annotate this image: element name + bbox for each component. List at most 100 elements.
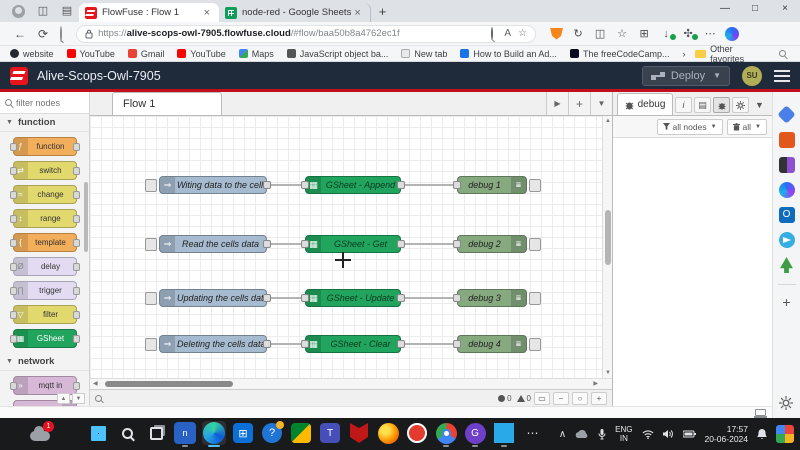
volume-icon[interactable] xyxy=(663,429,674,439)
google-meet-icon[interactable] xyxy=(289,421,313,445)
deploy-button[interactable]: Deploy ▼ xyxy=(642,66,730,86)
weather-widget[interactable]: 1 xyxy=(28,423,54,443)
flow-canvas[interactable]: ⇒Witing data to the cells ▦GSheet - Appe… xyxy=(90,116,612,378)
browser-tab-sheets[interactable]: node-red - Google Sheets × xyxy=(219,3,371,22)
bookmark-item[interactable]: New tab xyxy=(401,49,447,59)
clear-messages-button[interactable]: all▼ xyxy=(727,119,767,135)
quick-assist-icon[interactable]: ? xyxy=(260,421,284,445)
palette-scrollbar[interactable] xyxy=(84,182,88,252)
palette-node-template[interactable]: {template xyxy=(13,233,77,252)
notification-bell-icon[interactable] xyxy=(757,429,767,440)
error-count[interactable]: 0 xyxy=(498,394,511,403)
output-port[interactable] xyxy=(397,340,405,348)
config-gear-button[interactable] xyxy=(732,97,749,113)
flowfuse-logo-icon[interactable] xyxy=(10,67,28,85)
settings-more-icon[interactable]: ⋯ xyxy=(701,27,719,40)
url-field[interactable]: https://alive-scops-owl-7905.flowfuse.cl… xyxy=(76,25,536,43)
bookmark-item[interactable]: The freeCodeCamp... xyxy=(570,49,670,59)
zoom-out-button[interactable]: − xyxy=(553,392,569,405)
tree-app-icon[interactable] xyxy=(779,257,795,273)
debug-node[interactable]: debug 4≣ xyxy=(457,335,527,353)
onedrive-icon[interactable] xyxy=(575,430,589,439)
gsheet-node[interactable]: ▦GSheet - Clear xyxy=(305,335,401,353)
hidden-icons-chevron[interactable]: ∧ xyxy=(559,429,566,440)
inject-button[interactable] xyxy=(145,338,157,351)
workspaces-icon[interactable]: ◫ xyxy=(35,3,51,19)
output-port[interactable] xyxy=(397,181,405,189)
other-favorites[interactable]: Other favorites xyxy=(710,44,767,64)
taskbar-overflow-icon[interactable]: ⋯ xyxy=(521,421,545,445)
navigator-icon[interactable]: ▭ xyxy=(534,392,550,405)
canvas-horizontal-scrollbar[interactable]: ◀ ▶ xyxy=(90,378,612,389)
sidebar-menu-caret-icon[interactable]: ▼ xyxy=(751,97,768,113)
chrome-icon[interactable] xyxy=(434,421,458,445)
messenger-icon[interactable] xyxy=(779,232,795,248)
input-port[interactable] xyxy=(453,240,461,248)
debug-node[interactable]: debug 1≣ xyxy=(457,176,527,194)
main-menu-icon[interactable] xyxy=(774,70,790,82)
palette-node-function[interactable]: ƒfunction xyxy=(13,137,77,156)
wifi-icon[interactable] xyxy=(642,430,654,439)
palette-search-input[interactable] xyxy=(16,98,76,108)
inject-node[interactable]: ⇒Read the cells data xyxy=(159,235,267,253)
debug-node[interactable]: debug 2≣ xyxy=(457,235,527,253)
gsheet-node[interactable]: ▦GSheet - Update xyxy=(305,289,401,307)
palette-node-gsheet[interactable]: ▦GSheet xyxy=(13,329,77,348)
scroll-up-icon[interactable]: ▲ xyxy=(603,118,612,124)
debug-toggle-button[interactable] xyxy=(529,179,541,192)
sidebar-settings-icon[interactable] xyxy=(779,396,795,412)
debug-message-list[interactable] xyxy=(613,138,772,406)
output-port[interactable] xyxy=(263,340,271,348)
palette-search[interactable] xyxy=(0,92,89,114)
search-button[interactable] xyxy=(115,421,139,445)
close-button[interactable]: × xyxy=(770,0,800,20)
canvas-vertical-scrollbar[interactable]: ▲ ▼ xyxy=(602,116,612,378)
debug-node[interactable]: debug 3≣ xyxy=(457,289,527,307)
debug-messages-button[interactable] xyxy=(713,97,730,113)
bookmark-item[interactable]: JavaScript object ba... xyxy=(287,49,389,59)
scroll-tabs-right-icon[interactable]: ▶ xyxy=(546,92,568,115)
debug-toggle-button[interactable] xyxy=(529,238,541,251)
deploy-caret-icon[interactable]: ▼ xyxy=(713,71,721,80)
firefox-icon[interactable] xyxy=(376,421,400,445)
favorite-star-icon[interactable]: ☆ xyxy=(518,28,527,39)
inject-button[interactable] xyxy=(145,179,157,192)
input-port[interactable] xyxy=(453,340,461,348)
copilot-icon[interactable] xyxy=(725,27,739,41)
language-indicator[interactable]: ENGIN xyxy=(615,425,632,443)
output-port[interactable] xyxy=(263,181,271,189)
output-port[interactable] xyxy=(397,240,405,248)
outlook-icon[interactable]: O xyxy=(779,207,795,223)
tools-icon[interactable] xyxy=(779,132,795,148)
inject-node[interactable]: ⇒Witing data to the cells xyxy=(159,176,267,194)
nodejs-app-icon[interactable]: n xyxy=(173,421,197,445)
zoom-reset-button[interactable]: ○ xyxy=(572,392,588,405)
mcafee-icon[interactable] xyxy=(347,421,371,445)
input-port[interactable] xyxy=(453,181,461,189)
palette-node-filter[interactable]: ▽filter xyxy=(13,305,77,324)
battery-icon[interactable] xyxy=(683,430,696,438)
expand-all-button[interactable]: ▼ xyxy=(72,393,85,404)
close-tab-icon[interactable]: × xyxy=(351,7,363,19)
add-flow-button[interactable]: + xyxy=(568,92,590,115)
output-port[interactable] xyxy=(263,240,271,248)
read-aloud-icon[interactable]: A xyxy=(504,28,511,39)
palette-node-switch[interactable]: ⇄switch xyxy=(13,161,77,180)
scrollbar-thumb[interactable] xyxy=(605,210,611,265)
split-screen-icon[interactable]: ◫ xyxy=(591,27,609,40)
bookmark-item[interactable]: YouTube xyxy=(67,49,115,59)
palette-category-network[interactable]: ▼ network xyxy=(0,353,89,371)
refresh-extension-icon[interactable]: ↻ xyxy=(569,27,587,40)
metamask-icon[interactable] xyxy=(550,28,563,40)
scroll-right-icon[interactable]: ▶ xyxy=(593,380,598,387)
output-port[interactable] xyxy=(397,294,405,302)
inject-node[interactable]: ⇒Updating the cells data xyxy=(159,289,267,307)
restore-button[interactable]: □ xyxy=(740,0,770,20)
palette-node-trigger[interactable]: ∏trigger xyxy=(13,281,77,300)
add-sidebar-item-icon[interactable]: + xyxy=(779,295,795,311)
input-port[interactable] xyxy=(301,240,309,248)
refresh-icon[interactable]: ⟳ xyxy=(38,27,48,41)
output-port[interactable] xyxy=(263,294,271,302)
scroll-down-icon[interactable]: ▼ xyxy=(603,370,612,376)
profile-icon[interactable] xyxy=(12,5,25,18)
